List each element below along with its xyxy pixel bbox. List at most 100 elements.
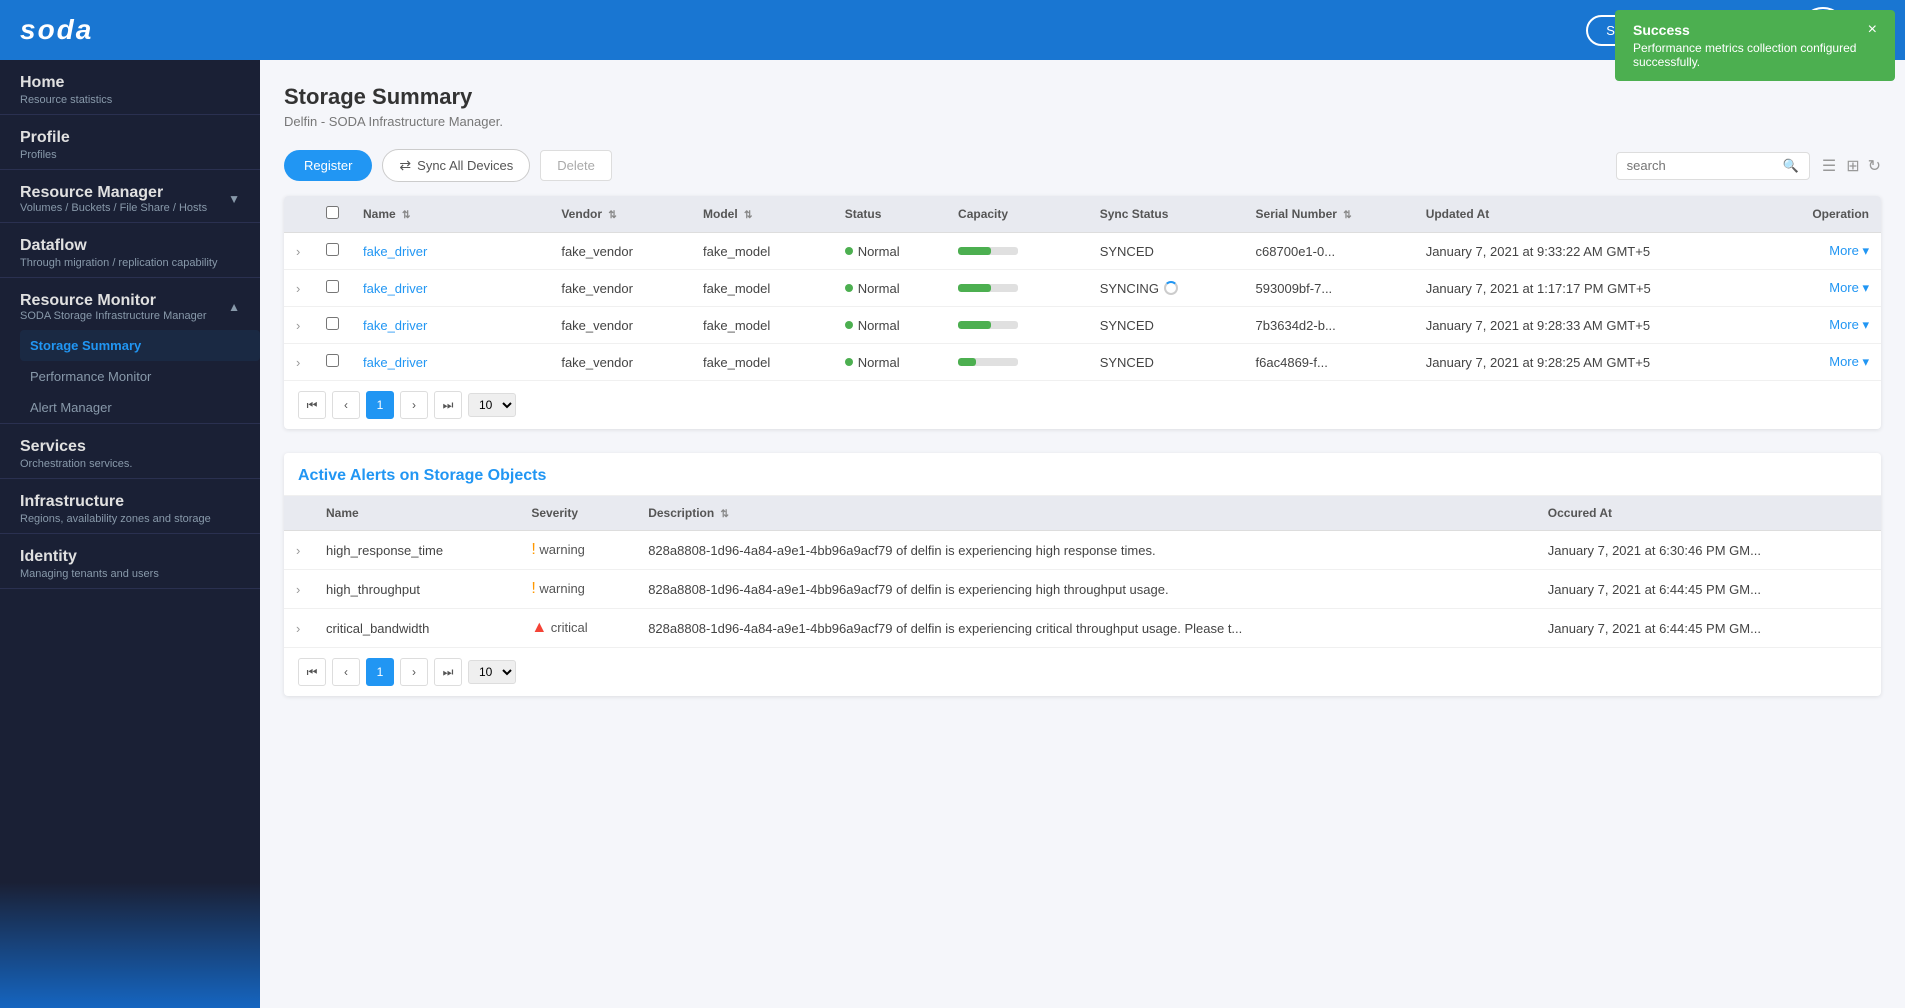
view-icons: ☰ ⊞ ↻ [1820, 154, 1881, 178]
refresh-icon[interactable]: ↻ [1868, 156, 1881, 176]
storage-sync-status: SYNCED [1088, 307, 1244, 344]
sidebar-item-dataflow[interactable]: Dataflow Through migration / replication… [0, 223, 260, 278]
row-expand-btn[interactable]: › [296, 355, 300, 370]
alert-page-1-btn[interactable]: 1 [366, 658, 394, 686]
row-checkbox-3[interactable] [326, 354, 339, 367]
th-serial[interactable]: Serial Number ⇅ [1244, 196, 1414, 233]
alert-expand-btn[interactable]: › [296, 543, 300, 558]
sidebar: Home Resource statistics Profile Profile… [0, 60, 260, 1008]
storage-serial: 7b3634d2-b... [1244, 307, 1414, 344]
storage-name-link[interactable]: fake_driver [363, 244, 427, 259]
register-button[interactable]: Register [284, 150, 372, 181]
storage-status: Normal [833, 270, 946, 307]
status-dot [845, 358, 853, 366]
row-checkbox-2[interactable] [326, 317, 339, 330]
storage-table: Name ⇅ Vendor ⇅ Model ⇅ Status Capacity … [284, 196, 1881, 380]
storage-pagination: ⏮ ‹ 1 › ⏭ 10 20 50 [284, 380, 1881, 429]
more-button[interactable]: More ▾ [1829, 243, 1869, 258]
page-size-select[interactable]: 10 20 50 [468, 393, 516, 417]
capacity-bar-fill [958, 321, 991, 329]
select-all-checkbox[interactable] [326, 206, 339, 219]
sidebar-bottom-decoration [0, 589, 260, 1008]
page-1-btn[interactable]: 1 [366, 391, 394, 419]
storage-updated: January 7, 2021 at 1:17:17 PM GMT+5 [1414, 270, 1767, 307]
sidebar-item-performance-monitor[interactable]: Performance Monitor [20, 361, 260, 392]
sidebar-item-home[interactable]: Home Resource statistics [0, 60, 260, 115]
row-checkbox-0[interactable] [326, 243, 339, 256]
more-button[interactable]: More ▾ [1829, 354, 1869, 369]
status-dot [845, 321, 853, 329]
toast-title: Success [1633, 22, 1860, 38]
first-page-btn[interactable]: ⏮ [298, 391, 326, 419]
list-view-icon[interactable]: ☰ [1820, 154, 1838, 178]
row-expand-btn[interactable]: › [296, 318, 300, 333]
sidebar-item-identity[interactable]: Identity Managing tenants and users [0, 534, 260, 589]
critical-icon: ▲ [531, 619, 547, 636]
alert-expand-btn[interactable]: › [296, 582, 300, 597]
search-input[interactable] [1627, 158, 1777, 173]
storage-capacity [946, 270, 1088, 307]
sidebar-item-profile[interactable]: Profile Profiles [0, 115, 260, 170]
storage-name-link[interactable]: fake_driver [363, 318, 427, 333]
storage-name-link[interactable]: fake_driver [363, 281, 427, 296]
toolbar: Register ⇄ Sync All Devices Delete 🔍 ☰ ⊞… [284, 149, 1881, 182]
status-dot [845, 247, 853, 255]
storage-capacity [946, 344, 1088, 381]
alert-next-page-btn[interactable]: › [400, 658, 428, 686]
alerts-table-row: › critical_bandwidth ▲ critical 828a8808… [284, 609, 1881, 648]
search-box: 🔍 [1616, 152, 1810, 180]
row-checkbox-1[interactable] [326, 280, 339, 293]
storage-updated: January 7, 2021 at 9:28:25 AM GMT+5 [1414, 344, 1767, 381]
row-expand-btn[interactable]: › [296, 244, 300, 259]
sidebar-item-infrastructure[interactable]: Infrastructure Regions, availability zon… [0, 479, 260, 534]
warning-icon: ! [531, 580, 535, 597]
sidebar-item-services[interactable]: Services Orchestration services. [0, 424, 260, 479]
alert-severity: ! warning [519, 531, 636, 570]
alert-description: 828a8808-1d96-4a84-a9e1-4bb96a9acf79 of … [636, 570, 1536, 609]
sidebar-item-resource-manager[interactable]: Resource Manager Volumes / Buckets / Fil… [0, 170, 260, 223]
prev-page-btn[interactable]: ‹ [332, 391, 360, 419]
alert-last-page-btn[interactable]: ⏭ [434, 658, 462, 686]
alert-name: critical_bandwidth [314, 609, 519, 648]
storage-capacity [946, 307, 1088, 344]
storage-model: fake_model [691, 270, 833, 307]
th-operation: Operation [1767, 196, 1881, 233]
th-alert-occured: Occured At [1536, 496, 1881, 531]
th-vendor[interactable]: Vendor ⇅ [549, 196, 691, 233]
alert-expand-btn[interactable]: › [296, 621, 300, 636]
warning-icon: ! [531, 541, 535, 558]
resource-monitor-chevron: ▲ [228, 300, 240, 314]
th-name[interactable]: Name ⇅ [351, 196, 549, 233]
more-button[interactable]: More ▾ [1829, 280, 1869, 295]
alert-severity: ▲ critical [519, 609, 636, 648]
th-alert-description[interactable]: Description ⇅ [636, 496, 1536, 531]
alerts-pagination: ⏮ ‹ 1 › ⏭ 10 20 50 [284, 647, 1881, 696]
next-page-btn[interactable]: › [400, 391, 428, 419]
th-capacity: Capacity [946, 196, 1088, 233]
th-updated-at: Updated At [1414, 196, 1767, 233]
resource-manager-chevron: ▼ [228, 192, 240, 206]
th-model[interactable]: Model ⇅ [691, 196, 833, 233]
more-button[interactable]: More ▾ [1829, 317, 1869, 332]
last-page-btn[interactable]: ⏭ [434, 391, 462, 419]
th-alert-severity: Severity [519, 496, 636, 531]
delete-button[interactable]: Delete [540, 150, 612, 181]
alert-first-page-btn[interactable]: ⏮ [298, 658, 326, 686]
storage-table-row: › fake_driver fake_vendor fake_model Nor… [284, 270, 1881, 307]
syncing-spinner [1164, 281, 1178, 295]
th-alert-expand [284, 496, 314, 531]
capacity-bar [958, 358, 1018, 366]
toast-close-button[interactable]: × [1868, 22, 1877, 38]
sidebar-item-alert-manager[interactable]: Alert Manager [20, 392, 260, 423]
storage-status: Normal [833, 344, 946, 381]
alert-prev-page-btn[interactable]: ‹ [332, 658, 360, 686]
app-logo: soda [20, 14, 93, 46]
row-expand-btn[interactable]: › [296, 281, 300, 296]
sync-all-devices-button[interactable]: ⇄ Sync All Devices [382, 149, 530, 182]
grid-view-icon[interactable]: ⊞ [1844, 154, 1861, 178]
storage-name-link[interactable]: fake_driver [363, 355, 427, 370]
alert-page-size-select[interactable]: 10 20 50 [468, 660, 516, 684]
sidebar-item-storage-summary[interactable]: Storage Summary [20, 330, 260, 361]
th-alert-name: Name [314, 496, 519, 531]
alert-occured-at: January 7, 2021 at 6:44:45 PM GM... [1536, 570, 1881, 609]
